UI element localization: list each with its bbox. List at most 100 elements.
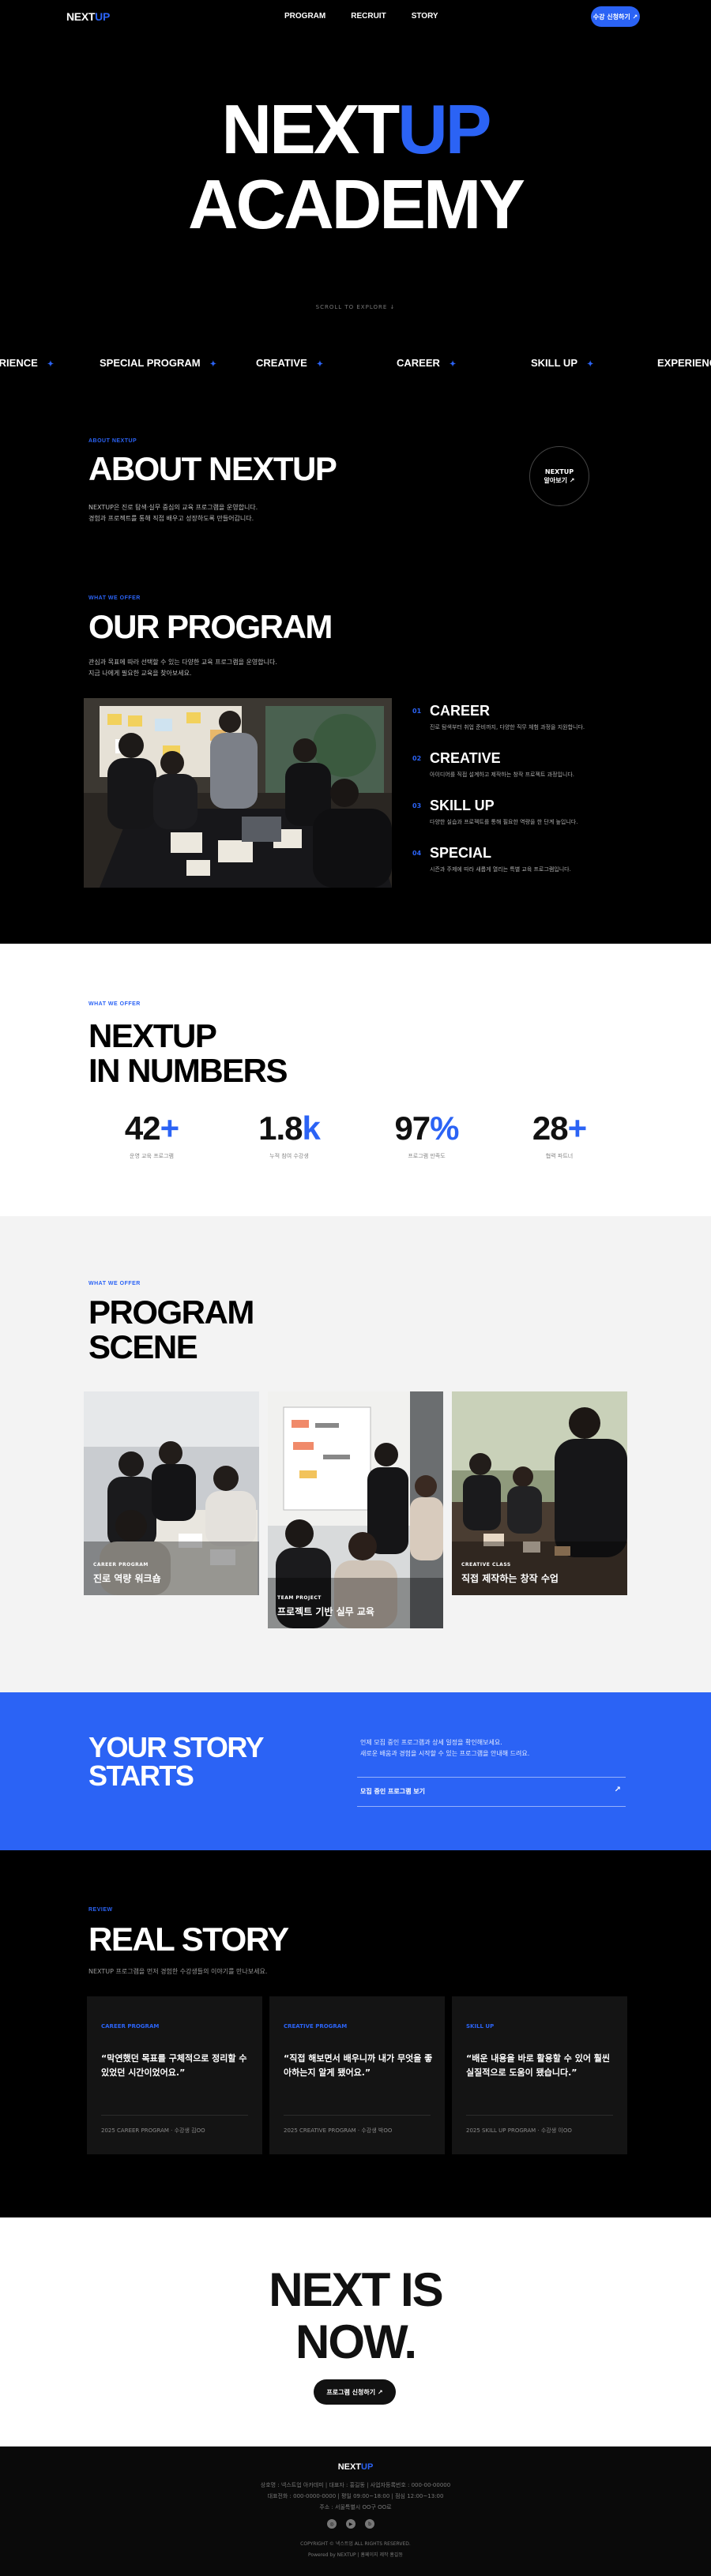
numbers-title-line2: IN NUMBERS	[88, 1052, 288, 1090]
program-item-career[interactable]: 01 CAREER 진로 탐색부터 취업 준비까지, 다양한 직무 체험 과정을…	[412, 701, 649, 749]
scene-card[interactable]: TEAM PROJECT 프로젝트 기반 실무 교육	[268, 1391, 443, 1628]
program-body-2: 지금 나에게 필요한 교육을 찾아보세요.	[88, 670, 192, 677]
program-number: 02	[412, 755, 422, 762]
scene-card[interactable]: CREATIVE CLASS 직접 제작하는 창작 수업	[452, 1391, 627, 1595]
review-category: CREATIVE PROGRAM	[284, 2023, 348, 2030]
stat-label: 프로그램 만족도	[408, 1153, 446, 1159]
story-starts-title: YOUR STORY STARTS	[88, 1731, 265, 1790]
nav-recruit[interactable]: RECRUIT	[351, 12, 386, 21]
footer-logo[interactable]: NEXTUP	[0, 2462, 711, 2472]
scene-title-line1: PROGRAM	[88, 1294, 254, 1331]
scene-tag: CAREER PROGRAM	[93, 1562, 149, 1568]
about-body-2: 경험과 프로젝트를 통해 직접 배우고 성장하도록 만들어갑니다.	[88, 515, 254, 522]
program-apply-button[interactable]: 프로그램 신청하기 ↗	[314, 2379, 396, 2405]
apply-button[interactable]: 수강 신청하기 ↗	[591, 6, 640, 27]
marquee-label: SKILL UP	[531, 357, 577, 369]
marquee-label: ERIENCE	[0, 357, 38, 369]
star-icon: ✦	[47, 360, 55, 369]
program-body-1: 관심과 목표에 따라 선택할 수 있는 다양한 교육 프로그램을 운영합니다.	[88, 659, 277, 666]
scene-photo-team	[268, 1391, 443, 1628]
program-item-skill-up[interactable]: 03 SKILL UP 다양한 실습과 프로젝트를 통해 필요한 역량을 한 단…	[412, 796, 649, 843]
footer-logo-next: NEXT	[337, 2462, 362, 2472]
stat-number: 97	[394, 1110, 431, 1147]
stat-label: 운영 교육 프로그램	[130, 1153, 174, 1159]
program-list: 01 CAREER 진로 탐색부터 취업 준비까지, 다양한 직무 체험 과정을…	[412, 701, 649, 891]
nav-story[interactable]: STORY	[412, 12, 438, 21]
open-programs-link[interactable]: 모집 중인 프로그램 보기 ↗	[357, 1777, 626, 1807]
program-desc: 진로 탐색부터 취업 준비까지, 다양한 직무 체험 과정을 지원합니다.	[430, 724, 585, 730]
program-eyebrow: WHAT WE OFFER	[88, 595, 141, 601]
story-starts-body-2: 새로운 배움과 경험을 시작할 수 있는 프로그램을 안내해 드려요.	[360, 1750, 530, 1757]
story-starts-line1: YOUR STORY	[88, 1731, 265, 1763]
stat-suffix: +	[567, 1110, 588, 1147]
marquee-label: SPECIAL PROGRAM	[100, 357, 201, 369]
scene-caption: 직접 제작하는 창작 수업	[461, 1573, 559, 1584]
review-divider	[101, 2115, 248, 2116]
scene-card[interactable]: CAREER PROGRAM 진로 역량 워크숍	[84, 1391, 259, 1595]
review-card[interactable]: SKILL UP “배운 내용을 바로 활용할 수 있어 훨씬 실질적으로 도움…	[452, 1996, 627, 2154]
review-divider	[466, 2115, 613, 2116]
youtube-icon[interactable]: ▶	[346, 2519, 356, 2529]
stat-number: 28	[532, 1110, 569, 1147]
marquee-item: CAREER ✦	[397, 357, 456, 369]
stat-number: 1.8	[258, 1110, 303, 1147]
stat-value: 97%	[356, 1110, 498, 1147]
star-icon: ✦	[587, 360, 594, 369]
marquee-label: EXPERIENC	[657, 357, 711, 369]
review-author: 2025 CAREER PROGRAM · 수강생 김OO	[101, 2127, 205, 2134]
stat-value: 42+	[81, 1110, 223, 1147]
review-card[interactable]: CAREER PROGRAM “막연했던 목표를 구체적으로 정리할 수 있었던…	[87, 1996, 262, 2154]
marquee-label: CAREER	[397, 357, 440, 369]
star-icon: ✦	[209, 360, 216, 369]
hero-next: NEXT	[221, 90, 401, 168]
review-subtitle: NEXTUP 프로그램을 먼저 경험한 수강생들의 이야기를 만나보세요.	[88, 1968, 268, 1975]
review-divider	[284, 2115, 431, 2116]
logo[interactable]: NEXTUP	[66, 10, 110, 23]
program-name: SPECIAL	[430, 845, 492, 861]
footer-powered: Powered by NEXTUP | 홈페이지 제작 홍길동	[308, 2552, 403, 2558]
program-number: 03	[412, 802, 422, 809]
footer-address: 주소 : 서울특별시 OO구 OO로	[319, 2504, 392, 2510]
hero-title-line1: NEXTUP	[0, 95, 711, 164]
page: NEXTUP PROGRAM RECRUIT STORY 수강 신청하기 ↗ N…	[0, 0, 711, 2576]
keyword-marquee: ERIENCE ✦ SPECIAL PROGRAM ✦ CREATIVE ✦ CARE…	[0, 354, 711, 373]
star-icon: ✦	[316, 360, 324, 369]
cta-line2: NOW.	[295, 2315, 417, 2368]
review-category: CAREER PROGRAM	[101, 2023, 160, 2030]
review-eyebrow: REVIEW	[88, 1907, 113, 1913]
program-name: CAREER	[430, 703, 491, 719]
scene-title: PROGRAM SCENE	[88, 1294, 254, 1366]
circle-line-1: NEXTUP	[544, 468, 574, 475]
nav-program[interactable]: PROGRAM	[284, 12, 325, 21]
instagram-icon[interactable]: ◎	[327, 2519, 337, 2529]
scene-title-line2: SCENE	[88, 1328, 198, 1366]
scene-caption: 프로젝트 기반 실무 교육	[277, 1606, 374, 1617]
marquee-item: ERIENCE ✦	[0, 357, 54, 369]
stat-suffix: k	[302, 1110, 321, 1147]
review-quote: “막연했던 목표를 구체적으로 정리할 수 있었던 시간이었어요.”	[101, 2053, 247, 2078]
stat-satisfaction: 97% 프로그램 만족도	[356, 1110, 498, 1160]
footer-contact-info: 대표전화 : 000-0000-0000 | 평일 09:00~18:00 | …	[267, 2493, 444, 2499]
program-item-creative[interactable]: 02 CREATIVE 아이디어를 직접 설계하고 제작하는 창작 프로젝트 과…	[412, 749, 649, 796]
hero-title-line2: ACADEMY	[188, 165, 525, 243]
program-photo	[84, 698, 392, 888]
program-item-special[interactable]: 04 SPECIAL 시즌과 주제에 따라 새롭게 열리는 특별 교육 프로그램…	[412, 843, 649, 891]
stat-suffix: %	[430, 1110, 459, 1147]
program-name: CREATIVE	[430, 750, 501, 766]
about-body-1: NEXTUP은 진로 탐색·실무 중심의 교육 프로그램을 운영합니다.	[88, 504, 258, 511]
marquee-item: SKILL UP ✦	[531, 357, 593, 369]
marquee-item: EXPERIENC	[657, 357, 711, 369]
review-card[interactable]: CREATIVE PROGRAM “직접 해보면서 배우니까 내가 무엇을 좋아…	[269, 1996, 445, 2154]
cta-line1: NEXT IS	[269, 2263, 443, 2316]
program-number: 04	[412, 850, 422, 857]
about-more-button[interactable]: NEXTUP 알아보기 ↗	[529, 446, 589, 506]
review-category: SKILL UP	[466, 2023, 495, 2030]
review-author: 2025 CREATIVE PROGRAM · 수강생 박OO	[284, 2127, 393, 2134]
review-quote: “배운 내용을 바로 활용할 수 있어 훨씬 실질적으로 도움이 됐습니다.”	[466, 2053, 611, 2078]
scroll-hint: SCROLL TO EXPLORE ↓	[315, 304, 396, 310]
blog-icon[interactable]: b	[365, 2519, 374, 2529]
logo-next: NEXT	[66, 10, 96, 23]
stat-value: 1.8k	[218, 1110, 360, 1147]
stat-suffix: +	[160, 1110, 180, 1147]
stat-number: 42	[124, 1110, 161, 1147]
